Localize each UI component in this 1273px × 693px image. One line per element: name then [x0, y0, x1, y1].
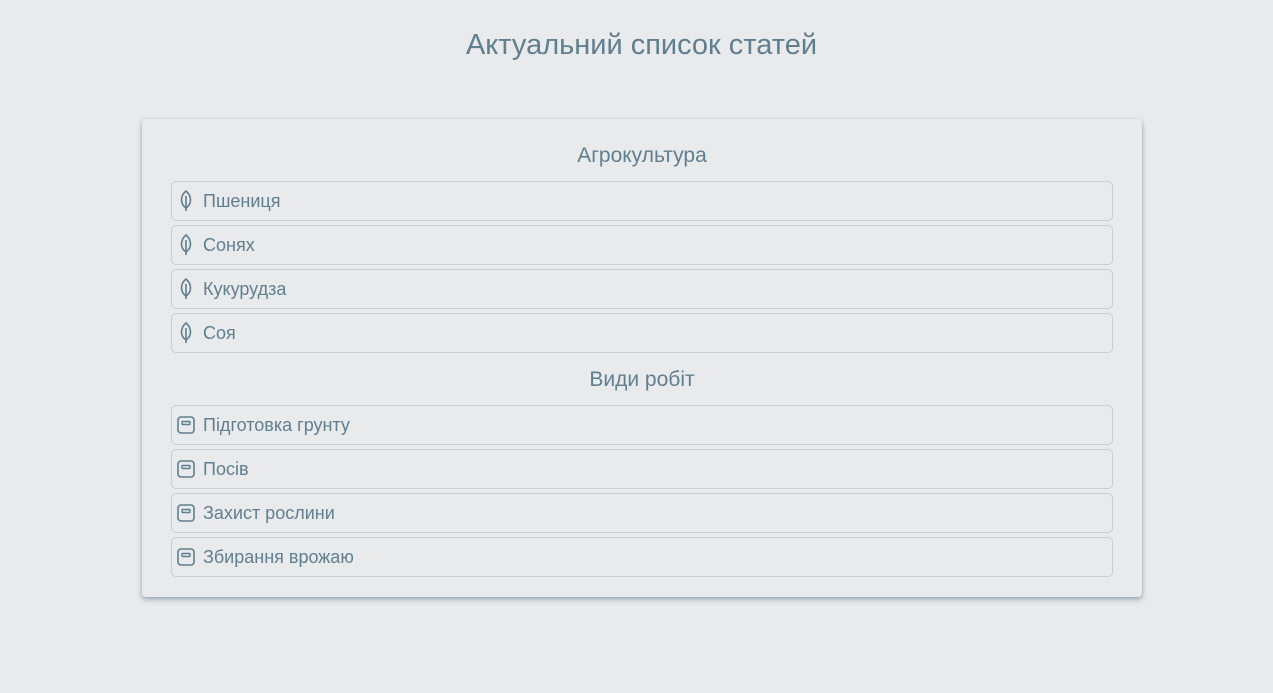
list-item-corn[interactable]: Кукурудза [171, 269, 1113, 309]
list-item-soy[interactable]: Соя [171, 313, 1113, 353]
section-title-agroculture: Агрокультура [577, 144, 707, 167]
list-item-label: Соя [203, 323, 236, 343]
list-item-soil-preparation[interactable]: Підготовка грунту [171, 405, 1113, 445]
list-item-harvesting[interactable]: Збирання врожаю [171, 537, 1113, 577]
list-item-label: Збирання врожаю [203, 547, 354, 567]
list-item-sowing[interactable]: Посів [171, 449, 1113, 489]
list-item-label: Захист рослини [203, 503, 335, 523]
leaf-icon [177, 322, 195, 344]
leaf-icon [177, 190, 195, 212]
section-title-work-types: Види робіт [589, 368, 695, 391]
list-item-label: Сонях [203, 235, 255, 255]
page-title: Актуальний список статей [465, 29, 818, 61]
list-item-label: Пшениця [203, 191, 281, 211]
list-item-plant-protection[interactable]: Захист рослини [171, 493, 1113, 533]
work-card-icon [177, 502, 195, 524]
list-item-wheat[interactable]: Пшениця [171, 181, 1113, 221]
list-item-label: Кукурудза [203, 279, 287, 299]
work-card-icon [177, 546, 195, 568]
list-item-sunflower[interactable]: Сонях [171, 225, 1113, 265]
leaf-icon [177, 234, 195, 256]
work-card-icon [177, 414, 195, 436]
leaf-icon [177, 278, 195, 300]
work-card-icon [177, 458, 195, 480]
list-item-label: Підготовка грунту [203, 415, 350, 435]
articles-card: Агрокультура Пшениця Сонях Кукурудза Соя… [142, 119, 1142, 597]
list-item-label: Посів [203, 459, 249, 479]
